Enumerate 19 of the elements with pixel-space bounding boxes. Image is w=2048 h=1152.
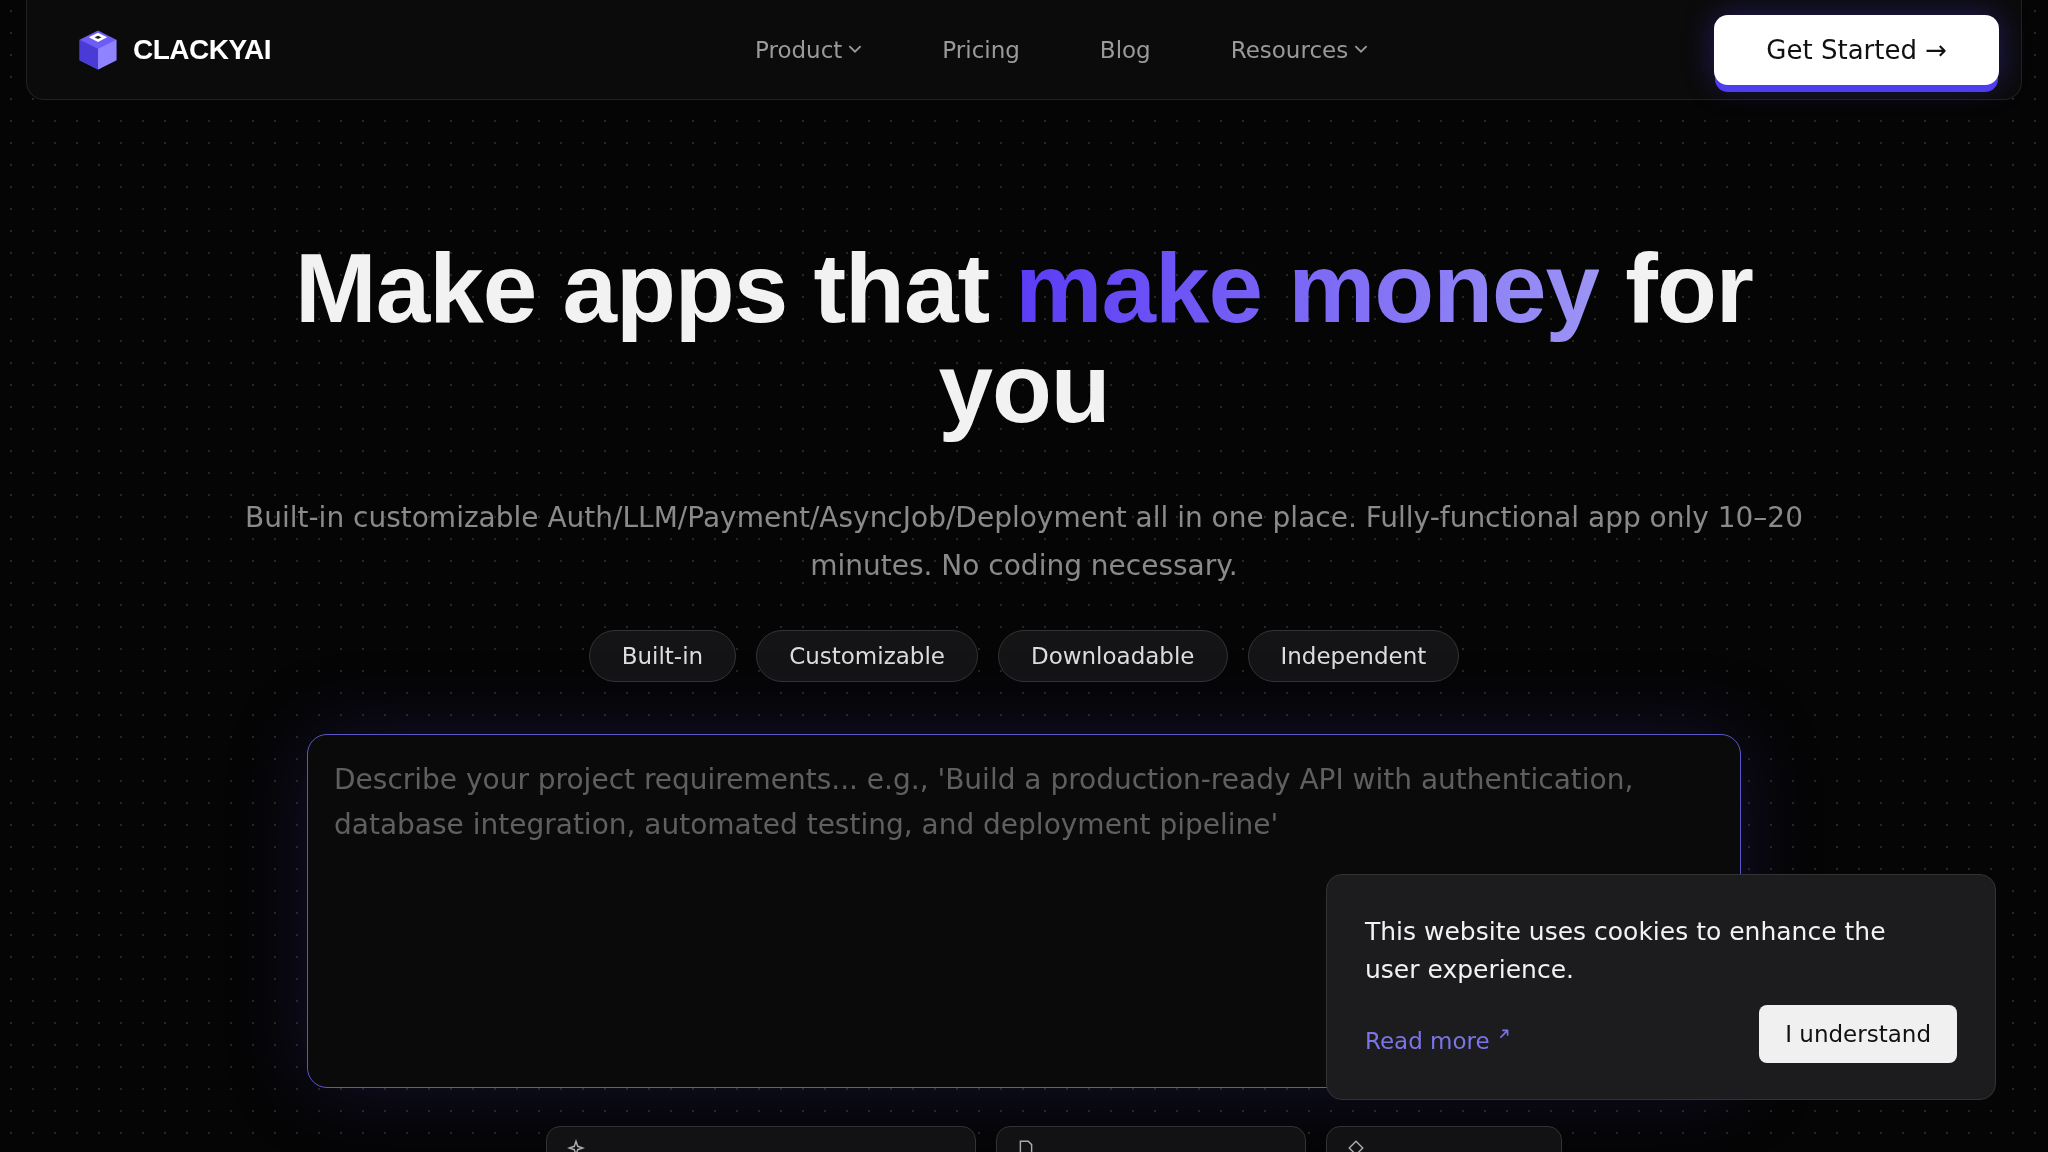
read-more-link[interactable]: Read more (1365, 1014, 1510, 1054)
feature-tag: Independent (1247, 630, 1460, 682)
sparkle-icon (567, 1139, 585, 1152)
understand-button[interactable]: I understand (1759, 1005, 1957, 1063)
feature-tag: Built-in (588, 630, 737, 682)
document-icon (1017, 1139, 1035, 1152)
subtitle: Built-in customizable Auth/LLM/Payment/AsyncJob/Deployment all in one place. Fully-functional app only 10–20 minutes. No coding necessary. (244, 500, 1804, 584)
nav-link[interactable]: Product (755, 36, 863, 63)
feature-tag: Customizable (756, 630, 978, 682)
headline: Make apps that make money for you (294, 238, 1754, 445)
feature-tag: Downloadable (997, 630, 1228, 682)
diamond-icon (1347, 1139, 1365, 1152)
nav-link[interactable]: Resources (1230, 36, 1369, 63)
chevron-down-icon (848, 45, 863, 54)
nav-link[interactable]: Blog (1099, 36, 1151, 63)
nav-link[interactable]: Pricing (942, 36, 1020, 63)
chevron-down-icon (1354, 45, 1369, 54)
brand-name[interactable]: CLACKYAI (133, 33, 272, 66)
arrow-up-right-icon (1497, 1028, 1510, 1040)
